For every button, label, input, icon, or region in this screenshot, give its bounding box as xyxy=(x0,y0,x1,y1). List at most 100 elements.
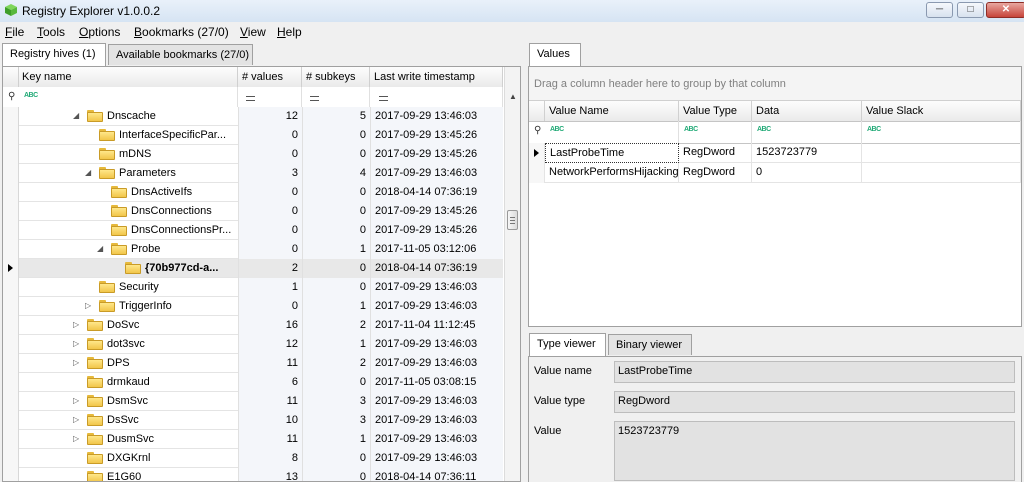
value-name-cell[interactable]: NetworkPerformsHijacking xyxy=(545,163,679,183)
menu-view[interactable]: View xyxy=(240,25,266,39)
menu-file[interactable]: File xyxy=(5,25,24,39)
values-count-cell[interactable]: 12 xyxy=(238,107,302,126)
values-count-cell[interactable]: 6 xyxy=(238,373,302,392)
key-row[interactable]: DXGKrnl 8 0 2017-09-29 13:46:03 xyxy=(3,449,503,468)
header-timestamp[interactable]: Last write timestamp xyxy=(370,67,503,87)
values-count-cell[interactable]: 0 xyxy=(238,183,302,202)
timestamp-cell[interactable]: 2017-09-29 13:46:03 xyxy=(370,411,503,430)
values-count-cell[interactable]: 0 xyxy=(238,221,302,240)
subkeys-count-cell[interactable]: 0 xyxy=(302,468,370,481)
collapse-icon[interactable]: ◢ xyxy=(85,168,91,177)
key-row[interactable]: DnsConnections 0 0 2017-09-29 13:45:26 xyxy=(3,202,503,221)
value-row[interactable]: LastProbeTime RegDword 1523723779 xyxy=(529,143,1021,163)
filter-value-name[interactable]: ABC xyxy=(545,121,679,143)
timestamp-cell[interactable]: 2017-09-29 13:46:03 xyxy=(370,107,503,126)
timestamp-cell[interactable]: 2018-04-14 07:36:19 xyxy=(370,259,503,278)
key-row[interactable]: {70b977cd-a... 2 0 2018-04-14 07:36:19 xyxy=(3,259,503,278)
key-name-cell[interactable]: Parameters xyxy=(119,164,255,183)
timestamp-cell[interactable]: 2017-09-29 13:45:26 xyxy=(370,202,503,221)
value-data-cell[interactable]: 0 xyxy=(752,163,862,183)
key-name-cell[interactable]: TriggerInfo xyxy=(119,297,255,316)
subkeys-count-cell[interactable]: 4 xyxy=(302,164,370,183)
timestamp-cell[interactable]: 2017-09-29 13:46:03 xyxy=(370,354,503,373)
header-data[interactable]: Data xyxy=(752,101,862,121)
values-count-cell[interactable]: 10 xyxy=(238,411,302,430)
minimize-button[interactable]: ─ xyxy=(926,2,953,18)
values-count-cell[interactable]: 0 xyxy=(238,297,302,316)
key-name-cell[interactable]: DoSvc xyxy=(107,316,255,335)
timestamp-cell[interactable]: 2017-09-29 13:45:26 xyxy=(370,145,503,164)
timestamp-cell[interactable]: 2017-11-05 03:12:06 xyxy=(370,240,503,259)
key-row[interactable]: ▷ dot3svc 12 1 2017-09-29 13:46:03 xyxy=(3,335,503,354)
scroll-up-icon[interactable]: ▲ xyxy=(509,92,517,101)
subkeys-count-cell[interactable]: 0 xyxy=(302,449,370,468)
values-count-cell[interactable]: 11 xyxy=(238,430,302,449)
value-row[interactable]: NetworkPerformsHijacking RegDword 0 xyxy=(529,163,1021,183)
subkeys-count-cell[interactable]: 2 xyxy=(302,316,370,335)
timestamp-cell[interactable]: 2017-09-29 13:45:26 xyxy=(370,126,503,145)
values-count-cell[interactable]: 11 xyxy=(238,354,302,373)
header-subkeys[interactable]: # subkeys xyxy=(302,67,370,87)
value-slack-cell[interactable] xyxy=(862,143,1021,163)
filter-value-type[interactable]: ABC xyxy=(679,121,752,143)
subkeys-count-cell[interactable]: 0 xyxy=(302,373,370,392)
timestamp-cell[interactable]: 2018-04-14 07:36:11 xyxy=(370,468,503,481)
values-count-cell[interactable]: 0 xyxy=(238,240,302,259)
values-count-cell[interactable]: 3 xyxy=(238,164,302,183)
filter-values[interactable] xyxy=(238,87,302,107)
timestamp-cell[interactable]: 2017-09-29 13:46:03 xyxy=(370,430,503,449)
key-row[interactable]: DnsActiveIfs 0 0 2018-04-14 07:36:19 xyxy=(3,183,503,202)
subkeys-count-cell[interactable]: 0 xyxy=(302,183,370,202)
header-value-name[interactable]: Value Name xyxy=(545,101,679,121)
key-row[interactable]: mDNS 0 0 2017-09-29 13:45:26 xyxy=(3,145,503,164)
values-count-cell[interactable]: 12 xyxy=(238,335,302,354)
subkeys-count-cell[interactable]: 1 xyxy=(302,430,370,449)
timestamp-cell[interactable]: 2017-09-29 13:46:03 xyxy=(370,449,503,468)
key-name-cell[interactable]: DnsActiveIfs xyxy=(131,183,255,202)
tab-type-viewer[interactable]: Type viewer xyxy=(529,333,606,356)
value-name-cell[interactable]: LastProbeTime xyxy=(545,143,679,163)
timestamp-cell[interactable]: 2017-09-29 13:46:03 xyxy=(370,278,503,297)
values-count-cell[interactable]: 13 xyxy=(238,468,302,481)
scroll-thumb[interactable] xyxy=(507,210,518,230)
key-row[interactable]: ▷ DPS 11 2 2017-09-29 13:46:03 xyxy=(3,354,503,373)
subkeys-count-cell[interactable]: 1 xyxy=(302,297,370,316)
filter-data[interactable]: ABC xyxy=(752,121,862,143)
filter-key-name[interactable]: ABC xyxy=(19,87,238,107)
subkeys-count-cell[interactable]: 0 xyxy=(302,278,370,297)
subkeys-count-cell[interactable]: 3 xyxy=(302,392,370,411)
header-key-name[interactable]: Key name xyxy=(19,67,238,87)
timestamp-cell[interactable]: 2017-09-29 13:46:03 xyxy=(370,164,503,183)
subkeys-count-cell[interactable]: 0 xyxy=(302,259,370,278)
key-name-cell[interactable]: drmkaud xyxy=(107,373,255,392)
values-count-cell[interactable]: 0 xyxy=(238,145,302,164)
subkeys-count-cell[interactable]: 0 xyxy=(302,126,370,145)
header-value-type[interactable]: Value Type xyxy=(679,101,752,121)
timestamp-cell[interactable]: 2017-09-29 13:46:03 xyxy=(370,297,503,316)
group-by-area[interactable]: Drag a column header here to group by th… xyxy=(529,67,1021,101)
key-name-cell[interactable]: DnsConnections xyxy=(131,202,255,221)
value-type-cell[interactable]: RegDword xyxy=(679,143,752,163)
subkeys-count-cell[interactable]: 0 xyxy=(302,145,370,164)
close-button[interactable]: ✕ xyxy=(986,2,1024,18)
key-row[interactable]: ◢ Probe 0 1 2017-11-05 03:12:06 xyxy=(3,240,503,259)
expand-icon[interactable]: ▷ xyxy=(73,415,79,424)
expand-icon[interactable]: ▷ xyxy=(73,396,79,405)
timestamp-cell[interactable]: 2018-04-14 07:36:19 xyxy=(370,183,503,202)
tab-binary-viewer[interactable]: Binary viewer xyxy=(608,334,692,355)
values-count-cell[interactable]: 16 xyxy=(238,316,302,335)
expand-icon[interactable]: ▷ xyxy=(73,434,79,443)
filter-subkeys[interactable] xyxy=(302,87,370,107)
key-row[interactable]: Security 1 0 2017-09-29 13:46:03 xyxy=(3,278,503,297)
key-row[interactable]: ◢ Parameters 3 4 2017-09-29 13:46:03 xyxy=(3,164,503,183)
menu-tools[interactable]: Tools xyxy=(37,25,65,39)
key-name-cell[interactable]: InterfaceSpecificPar... xyxy=(119,126,255,145)
key-row[interactable]: ▷ DsSvc 10 3 2017-09-29 13:46:03 xyxy=(3,411,503,430)
filter-value-slack[interactable]: ABC xyxy=(862,121,1021,143)
menu-help[interactable]: Help xyxy=(277,25,302,39)
menu-options[interactable]: Options xyxy=(79,25,120,39)
menu-bookmarks[interactable]: Bookmarks (27/0) xyxy=(134,25,229,39)
expand-icon[interactable]: ▷ xyxy=(73,358,79,367)
value-field[interactable]: 1523723779 xyxy=(614,421,1015,481)
key-name-cell[interactable]: DusmSvc xyxy=(107,430,255,449)
